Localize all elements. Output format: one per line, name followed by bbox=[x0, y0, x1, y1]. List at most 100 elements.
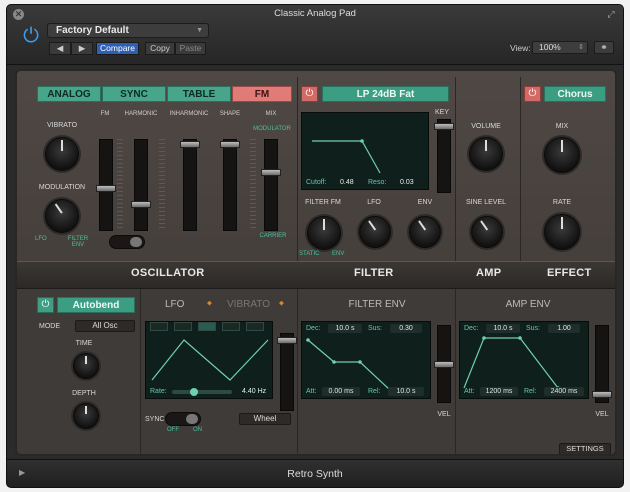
modulation-knob[interactable] bbox=[45, 199, 79, 233]
vibrato-lock-icon[interactable]: ⬥ bbox=[279, 300, 284, 308]
effect-type-selector[interactable]: Chorus bbox=[544, 86, 606, 102]
preset-selector[interactable]: Factory Default ▼ bbox=[47, 23, 209, 38]
fenv-att-label: Att: bbox=[306, 388, 317, 395]
tab-table[interactable]: TABLE bbox=[167, 86, 231, 102]
filter-lfo-knob[interactable] bbox=[359, 216, 391, 248]
inharmonic-slider[interactable] bbox=[183, 139, 197, 231]
aenv-dec-label: Dec: bbox=[464, 325, 479, 332]
mode-selector[interactable]: All Osc bbox=[75, 320, 135, 332]
vibrato-knob[interactable] bbox=[45, 137, 79, 171]
shape-slider-handle[interactable] bbox=[220, 141, 240, 148]
fenv-sus-value[interactable]: 0.30 bbox=[390, 324, 422, 333]
shape-slider-label: SHAPE bbox=[219, 111, 241, 117]
lfo-wheel-selector[interactable]: Wheel bbox=[239, 413, 291, 425]
filter-env-mod-label: FILTER ENV bbox=[67, 236, 89, 248]
inharmonic-slider-handle[interactable] bbox=[180, 141, 200, 148]
aenv-rel-label: Rel: bbox=[524, 388, 537, 395]
preset-name: Factory Default bbox=[56, 25, 129, 36]
filter-fm-knob[interactable] bbox=[307, 216, 341, 250]
link-icon[interactable]: ⚭ bbox=[594, 41, 614, 54]
reso-label: Reso: bbox=[368, 179, 387, 186]
harmonic-slider-handle[interactable] bbox=[131, 201, 151, 208]
tab-sync[interactable]: SYNC bbox=[102, 86, 166, 102]
effect-rate-knob[interactable] bbox=[544, 214, 580, 250]
cutoff-value[interactable]: 0.48 bbox=[340, 179, 354, 186]
mod-source-switch[interactable] bbox=[109, 235, 145, 249]
key-slider-handle[interactable] bbox=[434, 123, 454, 130]
tab-lfo[interactable]: LFO bbox=[165, 299, 184, 310]
amp-env-vel-handle[interactable] bbox=[592, 391, 612, 398]
volume-knob[interactable] bbox=[469, 137, 503, 171]
time-knob[interactable] bbox=[73, 353, 99, 379]
mix-slider[interactable] bbox=[264, 139, 278, 231]
shape-slider[interactable] bbox=[223, 139, 237, 231]
filter-display[interactable]: Cutoff: 0.48 Reso: 0.03 bbox=[301, 112, 429, 190]
cutoff-label: Cutoff: bbox=[306, 179, 327, 186]
modulation-label: MODULATION bbox=[38, 184, 86, 191]
window-title: Classic Analog Pad bbox=[274, 8, 356, 19]
autobend-button[interactable]: Autobend bbox=[57, 297, 135, 313]
view-zoom-value: 100% bbox=[539, 42, 561, 52]
lfo-rate-label: Rate: bbox=[150, 388, 167, 395]
section-label-bar bbox=[17, 261, 615, 289]
next-preset-button[interactable]: ▶ bbox=[71, 42, 93, 55]
tab-analog[interactable]: ANALOG bbox=[37, 86, 101, 102]
fenv-sus-label: Sus: bbox=[368, 325, 383, 332]
filter-env-vel-handle[interactable] bbox=[434, 361, 454, 368]
fm-slider-handle[interactable] bbox=[96, 185, 116, 192]
static-label: STATIC bbox=[299, 251, 320, 257]
plugin-power-icon[interactable]: ⏻ bbox=[20, 25, 42, 47]
aenv-att-value[interactable]: 1200 ms bbox=[480, 387, 518, 396]
lfo-rate-value[interactable]: 4.40 Hz bbox=[242, 388, 266, 395]
mode-label: MODE bbox=[39, 323, 60, 330]
glide-power-icon[interactable]: ⏻ bbox=[37, 297, 54, 313]
aenv-sus-value[interactable]: 1.00 bbox=[548, 324, 580, 333]
depth-knob[interactable] bbox=[73, 403, 99, 429]
effect-mix-knob[interactable] bbox=[544, 137, 580, 173]
compare-button[interactable]: Compare bbox=[96, 42, 139, 55]
view-zoom-select[interactable]: 100% ⇕ bbox=[532, 41, 588, 54]
filter-power-icon[interactable]: ⏻ bbox=[301, 86, 318, 102]
title-bar: ✕ Classic Analog Pad ⤢ ⏻ Factory Default… bbox=[7, 5, 623, 65]
settings-button[interactable]: SETTINGS bbox=[559, 443, 611, 454]
effect-section-label: EFFECT bbox=[547, 267, 592, 279]
lfo-display[interactable]: Rate: 4.40 Hz bbox=[145, 321, 273, 399]
footer-bar: ▶ Retro Synth bbox=[7, 459, 623, 487]
copy-button[interactable]: Copy bbox=[145, 42, 175, 55]
env-mod-label: ENV bbox=[332, 251, 345, 257]
inharmonic-slider-label: INHARMONIC bbox=[169, 111, 209, 117]
harmonic-slider[interactable] bbox=[134, 139, 148, 231]
fenv-att-value[interactable]: 0.00 ms bbox=[322, 387, 360, 396]
lfo-lock-icon[interactable]: ⬥ bbox=[207, 300, 212, 308]
previous-preset-button[interactable]: ◀ bbox=[49, 42, 71, 55]
effect-power-icon[interactable]: ⏻ bbox=[524, 86, 541, 102]
mix-slider-handle[interactable] bbox=[261, 169, 281, 176]
filter-type-selector[interactable]: LP 24dB Fat bbox=[322, 86, 449, 102]
lfo-rate-slider[interactable] bbox=[172, 388, 232, 396]
lfo-sync-switch[interactable] bbox=[165, 412, 201, 426]
aenv-sus-label: Sus: bbox=[526, 325, 541, 332]
fenv-rel-value[interactable]: 10.0 s bbox=[388, 387, 424, 396]
filter-env-vel-label: VEL bbox=[437, 411, 451, 418]
oscillator-section-label: OSCILLATOR bbox=[131, 267, 205, 279]
chevron-down-icon: ▼ bbox=[196, 27, 203, 34]
aenv-dec-value[interactable]: 10.0 s bbox=[486, 324, 520, 333]
tab-vibrato[interactable]: VIBRATO bbox=[227, 299, 270, 310]
filter-env-knob[interactable] bbox=[409, 216, 441, 248]
fenv-dec-value[interactable]: 10.0 s bbox=[328, 324, 362, 333]
paste-button[interactable]: Paste bbox=[175, 42, 206, 55]
modulator-label: MODULATOR bbox=[253, 126, 291, 132]
lfo-amount-handle[interactable] bbox=[277, 337, 297, 344]
tab-fm[interactable]: FM bbox=[232, 86, 292, 102]
aenv-rel-value[interactable]: 2400 ms bbox=[544, 387, 584, 396]
reso-value[interactable]: 0.03 bbox=[400, 179, 414, 186]
lfo-mod-label: LFO bbox=[35, 236, 47, 242]
lfo-amount-slider[interactable] bbox=[280, 333, 294, 411]
sine-level-knob[interactable] bbox=[471, 216, 503, 248]
key-slider[interactable] bbox=[437, 119, 451, 193]
fullscreen-icon[interactable]: ⤢ bbox=[605, 9, 617, 20]
synth-panel: ANALOG SYNC TABLE FM VIBRATO MODULATION … bbox=[15, 69, 617, 456]
amp-env-display[interactable]: Dec: 10.0 s Sus: 1.00 Att: 1200 ms Rel: … bbox=[459, 321, 589, 399]
filter-env-display[interactable]: Dec: 10.0 s Sus: 0.30 Att: 0.00 ms Rel: … bbox=[301, 321, 431, 399]
fm-slider-label: FM bbox=[100, 111, 110, 117]
